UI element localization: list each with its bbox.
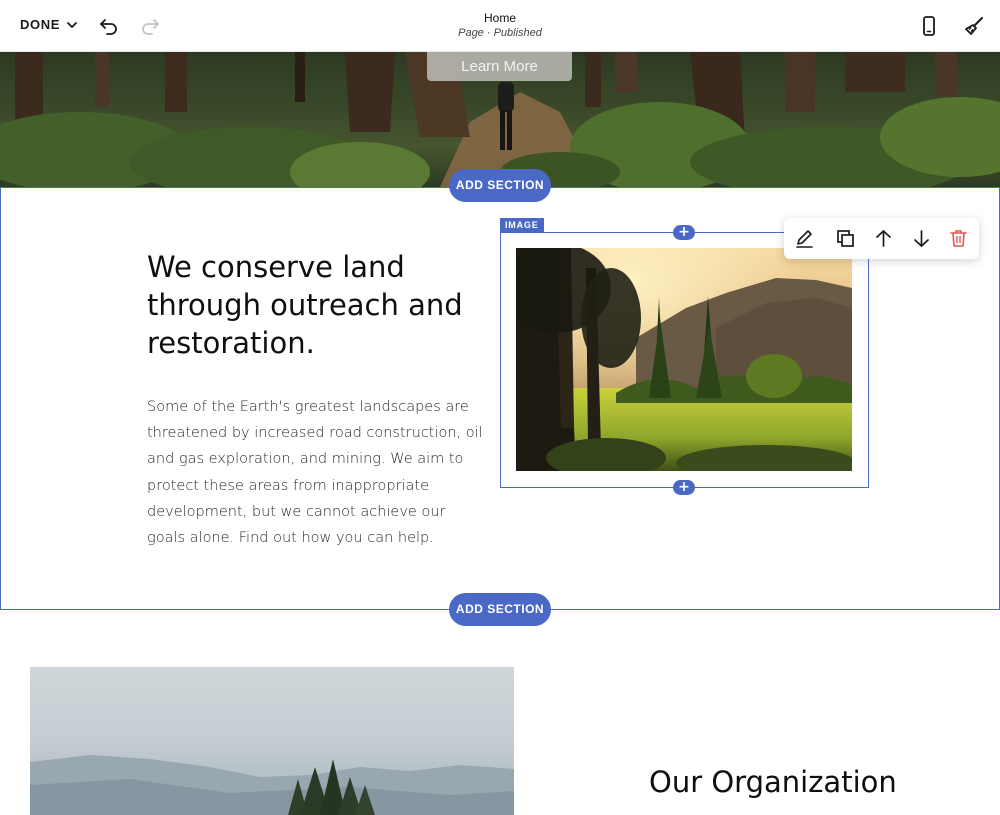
- page-status: Page · Published: [458, 27, 542, 39]
- done-button[interactable]: DONE: [20, 17, 78, 32]
- lower-section-photo[interactable]: [30, 667, 514, 815]
- edit-pencil-icon[interactable]: [794, 228, 815, 249]
- landscape-photo[interactable]: [516, 248, 852, 471]
- image-block-tag: IMAGE: [500, 218, 544, 232]
- misty-mountains-illustration: [30, 755, 514, 815]
- chevron-down-icon: [67, 21, 77, 28]
- duplicate-icon[interactable]: [835, 228, 856, 249]
- block-action-toolbar: [784, 218, 979, 259]
- redo-icon[interactable]: [139, 15, 161, 37]
- valley-sunset-illustration: [516, 248, 852, 471]
- learn-more-button[interactable]: Learn More: [427, 52, 572, 81]
- site-styles-brush-icon[interactable]: [963, 15, 985, 37]
- hero-forest-image: Learn More: [0, 52, 1000, 187]
- page-title: Home: [483, 11, 516, 25]
- insert-block-below-button[interactable]: +: [673, 480, 695, 495]
- delete-trash-icon[interactable]: [948, 228, 969, 249]
- section-body-text[interactable]: Some of the Earth's greatest landscapes …: [147, 394, 487, 551]
- section-heading[interactable]: We conserve land through outreach and re…: [147, 248, 497, 362]
- insert-block-above-button[interactable]: +: [673, 225, 695, 240]
- move-up-icon[interactable]: [873, 228, 894, 249]
- add-section-button-top[interactable]: ADD SECTION: [449, 169, 551, 202]
- our-organization-heading[interactable]: Our Organization: [649, 765, 979, 799]
- done-label: DONE: [20, 17, 60, 32]
- move-down-icon[interactable]: [911, 228, 932, 249]
- mobile-preview-icon[interactable]: [918, 15, 940, 37]
- undo-icon[interactable]: [98, 15, 120, 37]
- editor-top-bar: DONE Home Page · Published: [0, 0, 1000, 52]
- add-section-button-bottom[interactable]: ADD SECTION: [449, 593, 551, 626]
